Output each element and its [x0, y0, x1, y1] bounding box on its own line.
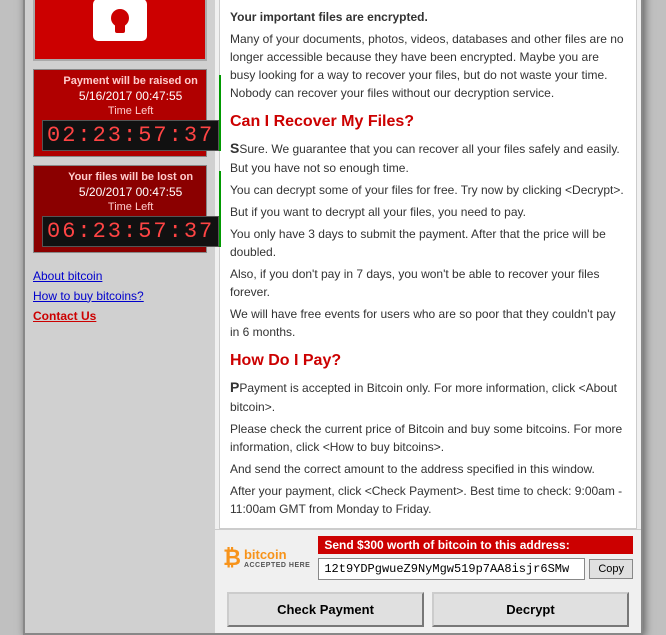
timer1-display: 02:23:57:37 [42, 120, 219, 151]
main-content: Payment will be raised on 5/16/2017 00:4… [25, 0, 641, 633]
section2-p4: You only have 3 days to submit the payme… [230, 225, 626, 261]
section3-p1: PPayment is accepted in Bitcoin only. Fo… [230, 377, 626, 416]
timer1-green-strip [219, 75, 221, 151]
section2-p2: You can decrypt some of your files for f… [230, 181, 626, 199]
check-payment-button[interactable]: Check Payment [227, 592, 424, 627]
about-bitcoin-link[interactable]: About bitcoin [33, 269, 207, 283]
section3-p2: Please check the current price of Bitcoi… [230, 420, 626, 456]
right-panel: English Chinese Spanish Portuguese Russi… [215, 0, 641, 633]
section3-p3: And send the correct amount to the addre… [230, 460, 626, 478]
how-to-buy-link[interactable]: How to buy bitcoins? [33, 289, 207, 303]
timer2-date: 5/20/2017 00:47:55 [42, 185, 219, 199]
bitcoin-address-input[interactable] [318, 558, 585, 580]
timer1-date: 5/16/2017 00:47:55 [42, 89, 219, 103]
timer1-time-label: Time Left [42, 105, 219, 117]
bitcoin-logo: ₿ bitcoin ACCEPTED HERE [223, 545, 310, 571]
decrypt-button[interactable]: Decrypt [432, 592, 629, 627]
section2-p6: We will have free events for users who a… [230, 305, 626, 341]
links-area: About bitcoin How to buy bitcoins? Conta… [33, 265, 207, 327]
section2-p1: SSure. We guarantee that you can recover… [230, 138, 626, 177]
timer2-box: Your files will be lost on 5/20/2017 00:… [33, 165, 207, 253]
timer1-box: Payment will be raised on 5/16/2017 00:4… [33, 69, 207, 157]
timer2-inner: Your files will be lost on 5/20/2017 00:… [42, 171, 219, 247]
bitcoin-area: ₿ bitcoin ACCEPTED HERE Send $300 worth … [215, 529, 641, 586]
lock-icon-area [33, 0, 207, 61]
lock-icon [85, 0, 155, 48]
bitcoin-wordmark: bitcoin ACCEPTED HERE [244, 547, 310, 569]
copy-button[interactable]: Copy [589, 559, 633, 579]
send-label: Send $300 worth of bitcoin to this addre… [318, 536, 633, 554]
contact-us-link[interactable]: Contact Us [33, 309, 207, 323]
accepted-here-label: ACCEPTED HERE [244, 562, 310, 569]
timer1-inner: Payment will be raised on 5/16/2017 00:4… [42, 75, 219, 151]
section3-title: How Do I Pay? [230, 349, 626, 373]
timer1-label: Payment will be raised on [42, 75, 219, 87]
content-area: What Happened to My Computer? Your impor… [219, 0, 637, 529]
section2-p5: Also, if you don't pay in 7 days, you wo… [230, 265, 626, 301]
timer2-display: 06:23:57:37 [42, 216, 219, 247]
section2-title: Can I Recover My Files? [230, 110, 626, 134]
timer2-time-label: Time Left [42, 201, 219, 213]
address-row: Copy [318, 558, 633, 580]
section3-p4: After your payment, click <Check Payment… [230, 482, 626, 518]
timer2-label: Your files will be lost on [42, 171, 219, 183]
main-window: Wana Decrypt0r 2.0 ✕ Ooops, your files h… [23, 0, 643, 635]
bitcoin-symbol: ₿ [223, 545, 241, 571]
section1-p2: Many of your documents, photos, videos, … [230, 30, 626, 102]
timer2-row: Your files will be lost on 5/20/2017 00:… [42, 171, 198, 247]
address-area: Send $300 worth of bitcoin to this addre… [318, 536, 633, 580]
section2-p3: But if you want to decrypt all your file… [230, 203, 626, 221]
bitcoin-label: bitcoin [244, 547, 310, 562]
left-panel: Payment will be raised on 5/16/2017 00:4… [25, 0, 215, 633]
timer1-row: Payment will be raised on 5/16/2017 00:4… [42, 75, 198, 151]
timer2-green-strip [219, 171, 221, 247]
section1-title: What Happened to My Computer? [230, 0, 626, 4]
bottom-buttons: Check Payment Decrypt [215, 586, 641, 633]
section1-p1: Your important files are encrypted. [230, 8, 626, 26]
